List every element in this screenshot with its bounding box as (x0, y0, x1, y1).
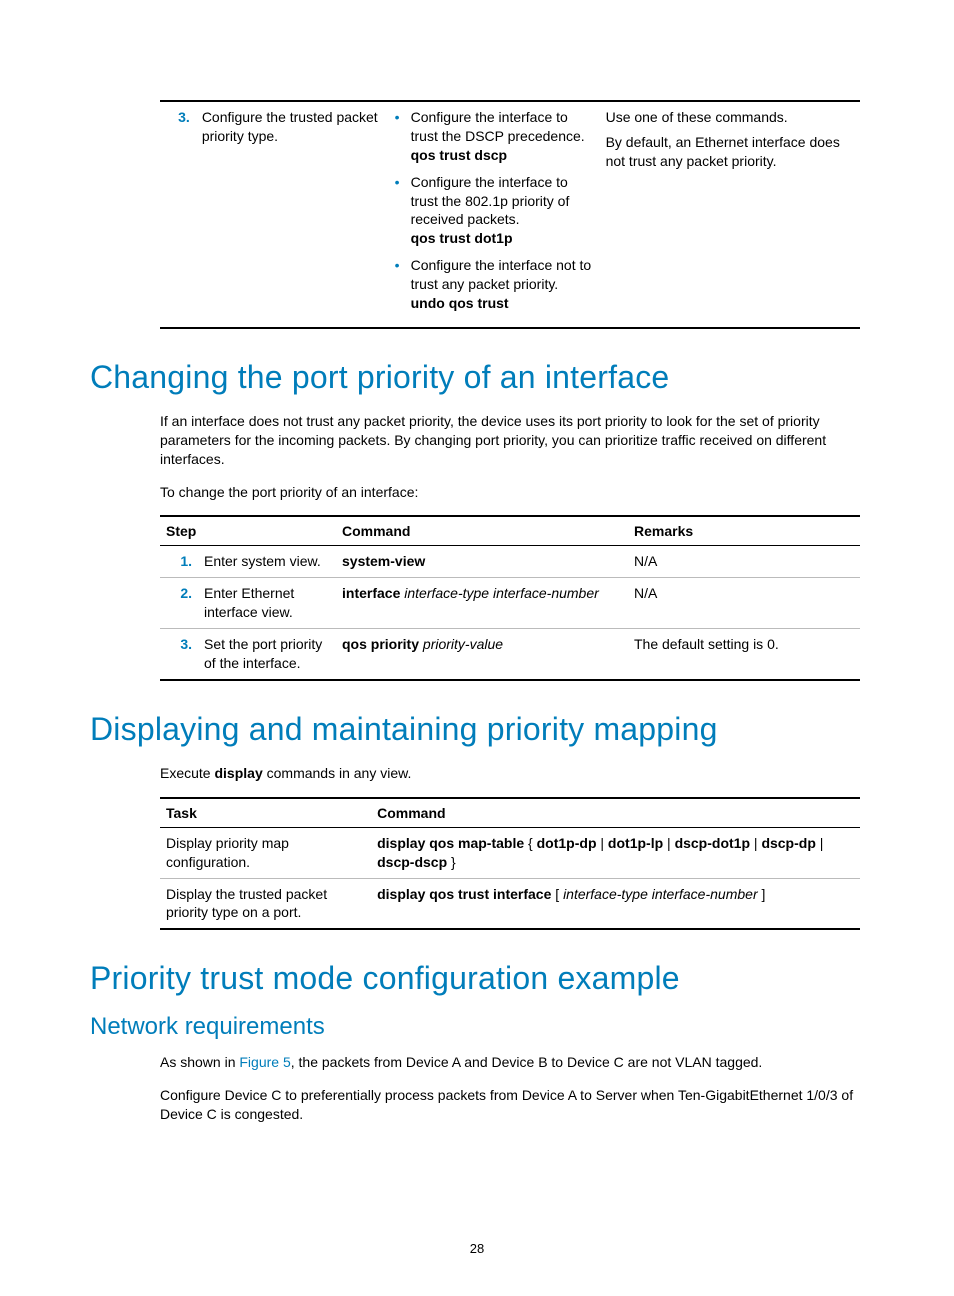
heading-config-example: Priority trust mode configuration exampl… (90, 960, 864, 997)
heading-changing-port-priority: Changing the port priority of an interfa… (90, 359, 864, 396)
list-item: Configure the interface not to trust any… (393, 256, 594, 313)
remark-line: By default, an Ethernet interface does n… (606, 133, 854, 171)
text: commands in any view. (263, 765, 412, 781)
cmd-opt: dscp-dp (761, 835, 815, 851)
cmd-text: display qos trust interface (377, 886, 551, 902)
heading-displaying-maintaining: Displaying and maintaining priority mapp… (90, 711, 864, 748)
cmd-text: system-view (342, 553, 425, 569)
cmd-text: qos trust dscp (411, 147, 507, 163)
remarks-cell: N/A (628, 578, 860, 629)
text: } (447, 854, 456, 870)
paragraph: If an interface does not trust any packe… (160, 412, 864, 469)
cmd-text: qos trust dot1p (411, 230, 513, 246)
text: | (750, 835, 761, 851)
step-desc: Enter Ethernet interface view. (198, 578, 336, 629)
cmd-opt: dscp-dscp (377, 854, 447, 870)
page-number: 28 (0, 1241, 954, 1256)
step-number: 2. (160, 578, 198, 629)
text: | (816, 835, 824, 851)
remarks-cell: N/A (628, 546, 860, 578)
command-cell: display qos map-table { dot1p-dp | dot1p… (371, 827, 860, 878)
table-row: Display the trusted packet priority type… (160, 878, 860, 929)
text: | (663, 835, 674, 851)
cmd-opt: dscp-dot1p (675, 835, 750, 851)
command-cell: Configure the interface to trust the DSC… (387, 101, 600, 328)
cmd-text: interface (342, 585, 400, 601)
cmd-text: qos priority (342, 636, 419, 652)
table-row: 3. Set the port priority of the interfac… (160, 629, 860, 680)
paragraph: To change the port priority of an interf… (160, 483, 864, 502)
cmd-opt: dot1p-lp (608, 835, 663, 851)
table-row: Display priority map configuration. disp… (160, 827, 860, 878)
command-cell: interface interface-type interface-numbe… (336, 578, 628, 629)
step-desc: Configure the trusted packet priority ty… (196, 101, 387, 328)
table-row: 2. Enter Ethernet interface view. interf… (160, 578, 860, 629)
cmd-desc: Configure the interface to trust the DSC… (411, 109, 585, 144)
step-desc: Set the port priority of the interface. (198, 629, 336, 680)
task-cell: Display the trusted packet priority type… (160, 878, 371, 929)
step-desc: Enter system view. (198, 546, 336, 578)
remark-line: Use one of these commands. (606, 108, 854, 127)
step-number: 3. (160, 629, 198, 680)
cmd-desc: Configure the interface to trust the 802… (411, 174, 570, 228)
step-number: 3. (160, 101, 196, 328)
text: , the packets from Device A and Device B… (291, 1054, 763, 1070)
text: { (524, 835, 536, 851)
paragraph: Configure Device C to preferentially pro… (160, 1086, 864, 1124)
col-header-task: Task (160, 798, 371, 828)
text: As shown in (160, 1054, 239, 1070)
text: | (597, 835, 608, 851)
col-header-remarks: Remarks (628, 516, 860, 546)
text: [ (551, 886, 563, 902)
page-content: 3. Configure the trusted packet priority… (0, 0, 954, 1124)
remarks-cell: The default setting is 0. (628, 629, 860, 680)
list-item: Configure the interface to trust the DSC… (393, 108, 594, 165)
table-row: 1. Enter system view. system-view N/A (160, 546, 860, 578)
col-header-step: Step (160, 516, 336, 546)
paragraph: Execute display commands in any view. (160, 764, 864, 783)
cmd-arg: interface-type interface-number (400, 585, 598, 601)
step-number: 1. (160, 546, 198, 578)
text: ] (758, 886, 766, 902)
trusted-priority-table: 3. Configure the trusted packet priority… (160, 100, 860, 329)
cmd-opt: dot1p-dp (537, 835, 597, 851)
text-bold: display (214, 765, 262, 781)
cmd-arg: priority-value (419, 636, 503, 652)
figure-link[interactable]: Figure 5 (239, 1054, 290, 1070)
col-header-command: Command (336, 516, 628, 546)
port-priority-table: Step Command Remarks 1. Enter system vie… (160, 515, 860, 680)
command-cell: system-view (336, 546, 628, 578)
remarks-cell: Use one of these commands. By default, a… (600, 101, 860, 328)
paragraph: As shown in Figure 5, the packets from D… (160, 1053, 864, 1072)
cmd-text: display qos map-table (377, 835, 524, 851)
task-cell: Display priority map configuration. (160, 827, 371, 878)
table-row: 3. Configure the trusted packet priority… (160, 101, 860, 328)
cmd-arg: interface-type interface-number (563, 886, 758, 902)
command-cell: qos priority priority-value (336, 629, 628, 680)
table-header-row: Task Command (160, 798, 860, 828)
cmd-desc: Configure the interface not to trust any… (411, 257, 592, 292)
col-header-command: Command (371, 798, 860, 828)
text: Execute (160, 765, 214, 781)
cmd-text: undo qos trust (411, 295, 509, 311)
heading-network-requirements: Network requirements (90, 1013, 864, 1041)
command-cell: display qos trust interface [ interface-… (371, 878, 860, 929)
display-commands-table: Task Command Display priority map config… (160, 797, 860, 931)
list-item: Configure the interface to trust the 802… (393, 173, 594, 249)
table-header-row: Step Command Remarks (160, 516, 860, 546)
